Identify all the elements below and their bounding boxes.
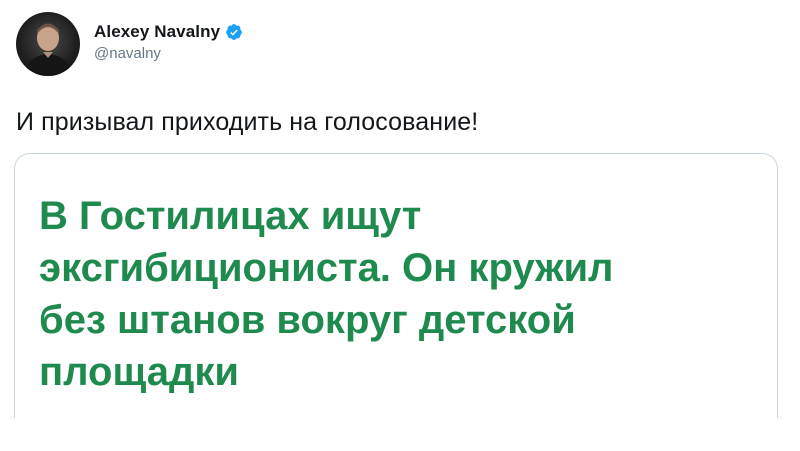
author-block: Alexey Navalny @navalny	[94, 22, 243, 62]
tweet: Alexey Navalny @navalny И призывал прихо…	[0, 0, 800, 451]
headline-line: площадки	[39, 350, 239, 394]
tweet-text: И призывал приходить на голосование!	[16, 108, 479, 136]
card-headline: В Гостилицах ищут эксгибициониста. Он кр…	[39, 190, 759, 398]
headline-line: эксгибициониста. Он кружил	[39, 246, 614, 290]
bottom-crop	[0, 418, 800, 451]
avatar-portrait	[24, 23, 72, 76]
name-row: Alexey Navalny	[94, 22, 243, 42]
link-card[interactable]: В Гостилицах ищут эксгибициониста. Он кр…	[14, 153, 778, 451]
headline-line: без штанов вокруг детской	[39, 298, 576, 342]
handle[interactable]: @navalny	[94, 45, 243, 62]
display-name[interactable]: Alexey Navalny	[94, 22, 220, 42]
avatar[interactable]	[16, 12, 80, 76]
verified-badge-icon	[225, 23, 243, 41]
headline-line: В Гостилицах ищут	[39, 194, 422, 238]
